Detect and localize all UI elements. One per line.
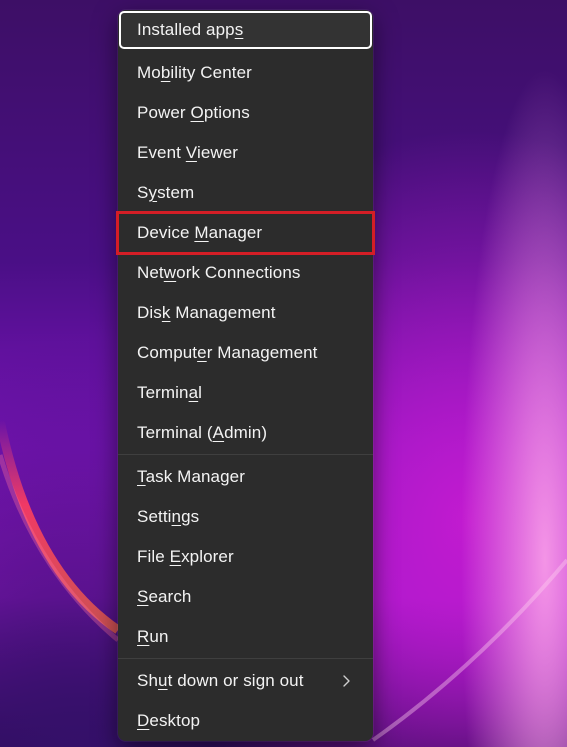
menu-item-label: Network Connections <box>137 263 301 282</box>
menu-separator <box>118 454 373 455</box>
menu-item-device-manager[interactable]: Device Manager <box>116 211 375 255</box>
menu-item-label: Installed apps <box>137 20 244 39</box>
menu-item-label: Search <box>137 587 192 606</box>
menu-item-label: Terminal (Admin) <box>137 423 268 442</box>
menu-item-label: Settings <box>137 507 200 526</box>
menu-item-label: Computer Management <box>137 343 318 362</box>
menu-item-disk-management[interactable]: Disk Management <box>118 293 373 333</box>
chevron-right-icon <box>343 675 350 687</box>
menu-item-label: Power Options <box>137 103 250 122</box>
menu-separator <box>118 658 373 659</box>
menu-item-label: Device Manager <box>137 223 263 242</box>
menu-item-computer-management[interactable]: Computer Management <box>118 333 373 373</box>
menu-item-label: Run <box>137 627 169 646</box>
menu-item-label: Task Manager <box>137 467 245 486</box>
menu-item-task-manager[interactable]: Task Manager <box>118 457 373 497</box>
menu-item-shut-down-or-sign-out[interactable]: Shut down or sign out <box>118 661 373 701</box>
winx-context-menu: Installed apps Mobility Center Power Opt… <box>116 10 375 741</box>
menu-item-label: Event Viewer <box>137 143 239 162</box>
menu-item-power-options[interactable]: Power Options <box>118 93 373 133</box>
menu-item-event-viewer[interactable]: Event Viewer <box>118 133 373 173</box>
menu-item-terminal-admin[interactable]: Terminal (Admin) <box>118 413 373 453</box>
menu-item-desktop[interactable]: Desktop <box>118 701 373 741</box>
menu-item-label: Shut down or sign out <box>137 671 304 690</box>
menu-item-terminal[interactable]: Terminal <box>118 373 373 413</box>
menu-item-label: Disk Management <box>137 303 276 322</box>
menu-item-search[interactable]: Search <box>118 577 373 617</box>
menu-item-label: File Explorer <box>137 547 234 566</box>
menu-item-installed-apps[interactable]: Installed apps <box>119 11 372 49</box>
menu-item-label: Desktop <box>137 711 201 730</box>
menu-item-run[interactable]: Run <box>118 617 373 657</box>
menu-item-system[interactable]: System <box>118 173 373 213</box>
menu-item-label: System <box>137 183 195 202</box>
menu-item-network-connections[interactable]: Network Connections <box>118 253 373 293</box>
menu-item-settings[interactable]: Settings <box>118 497 373 537</box>
menu-item-label: Mobility Center <box>137 63 252 82</box>
menu-item-label: Terminal <box>137 383 203 402</box>
menu-item-mobility-center[interactable]: Mobility Center <box>118 53 373 93</box>
menu-item-file-explorer[interactable]: File Explorer <box>118 537 373 577</box>
